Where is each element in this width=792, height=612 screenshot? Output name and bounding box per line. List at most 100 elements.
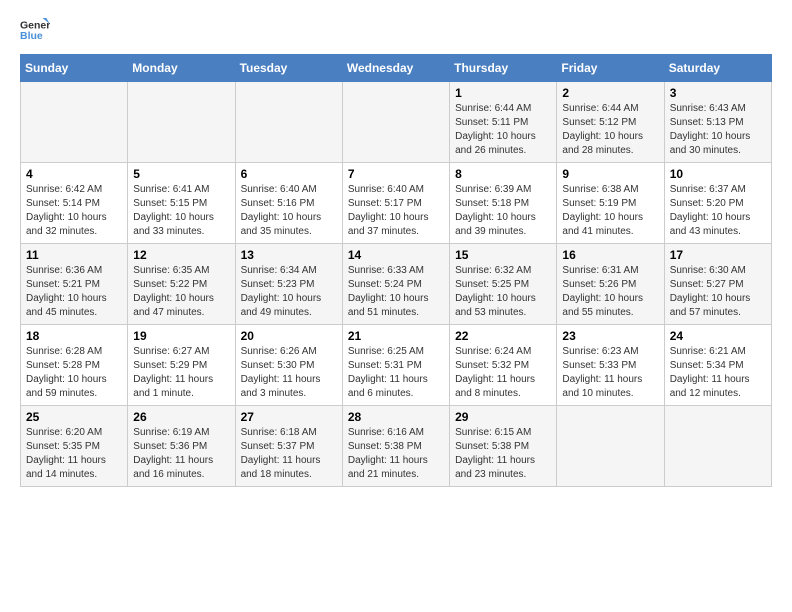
calendar-cell: 8Sunrise: 6:39 AM Sunset: 5:18 PM Daylig… bbox=[450, 163, 557, 244]
day-info: Sunrise: 6:16 AM Sunset: 5:38 PM Dayligh… bbox=[348, 426, 444, 482]
week-row-4: 18 Sunrise: 6:28 AM Sunset: 5:28 PM Dayli… bbox=[21, 325, 772, 406]
day-number: 23 bbox=[562, 329, 658, 343]
calendar-cell: 15 Sunrise: 6:32 AM Sunset: 5:25 PM Dayli… bbox=[450, 244, 557, 325]
day-info: Sunrise: 6:26 AM Sunset: 5:30 PM Dayligh… bbox=[241, 345, 337, 401]
calendar-cell bbox=[128, 82, 235, 163]
day-info: Sunrise: 6:24 AM Sunset: 5:32 PM Dayligh… bbox=[455, 345, 551, 401]
calendar-cell: 27 Sunrise: 6:18 AM Sunset: 5:37 PM Dayli… bbox=[235, 406, 342, 487]
day-info: Sunrise: 6:32 AM Sunset: 5:25 PM Dayligh… bbox=[455, 264, 551, 320]
calendar-cell: 23 Sunrise: 6:23 AM Sunset: 5:33 PM Dayli… bbox=[557, 325, 664, 406]
day-number: 15 bbox=[455, 248, 551, 262]
day-number: 10 bbox=[670, 167, 766, 181]
day-info: Sunrise: 6:33 AM Sunset: 5:24 PM Dayligh… bbox=[348, 264, 444, 320]
calendar-cell bbox=[235, 82, 342, 163]
calendar-cell: 18 Sunrise: 6:28 AM Sunset: 5:28 PM Dayli… bbox=[21, 325, 128, 406]
day-info: Sunrise: 6:43 AM Sunset: 5:13 PM Dayligh… bbox=[670, 102, 766, 158]
day-info: Sunrise: 6:15 AM Sunset: 5:38 PM Dayligh… bbox=[455, 426, 551, 482]
calendar-cell: 19 Sunrise: 6:27 AM Sunset: 5:29 PM Dayli… bbox=[128, 325, 235, 406]
calendar-cell: 5 Sunrise: 6:41 AM Sunset: 5:15 PM Daylig… bbox=[128, 163, 235, 244]
day-number: 27 bbox=[241, 410, 337, 424]
col-sunday: Sunday bbox=[21, 55, 128, 82]
col-wednesday: Wednesday bbox=[342, 55, 449, 82]
day-info: Sunrise: 6:44 AM Sunset: 5:12 PM Dayligh… bbox=[562, 102, 658, 158]
day-info: Sunrise: 6:28 AM Sunset: 5:28 PM Dayligh… bbox=[26, 345, 122, 401]
day-number: 17 bbox=[670, 248, 766, 262]
calendar-cell: 21 Sunrise: 6:25 AM Sunset: 5:31 PM Dayli… bbox=[342, 325, 449, 406]
day-info: Sunrise: 6:23 AM Sunset: 5:33 PM Dayligh… bbox=[562, 345, 658, 401]
day-number: 4 bbox=[26, 167, 122, 181]
day-info: Sunrise: 6:31 AM Sunset: 5:26 PM Dayligh… bbox=[562, 264, 658, 320]
col-thursday: Thursday bbox=[450, 55, 557, 82]
calendar-cell bbox=[342, 82, 449, 163]
day-number: 14 bbox=[348, 248, 444, 262]
calendar-cell: 17 Sunrise: 6:30 AM Sunset: 5:27 PM Dayli… bbox=[664, 244, 771, 325]
day-number: 1 bbox=[455, 86, 551, 100]
calendar-cell: 28 Sunrise: 6:16 AM Sunset: 5:38 PM Dayli… bbox=[342, 406, 449, 487]
day-info: Sunrise: 6:34 AM Sunset: 5:23 PM Dayligh… bbox=[241, 264, 337, 320]
day-number: 13 bbox=[241, 248, 337, 262]
day-number: 26 bbox=[133, 410, 229, 424]
day-info: Sunrise: 6:27 AM Sunset: 5:29 PM Dayligh… bbox=[133, 345, 229, 401]
logo: General Blue bbox=[20, 16, 54, 44]
calendar-cell: 9 Sunrise: 6:38 AM Sunset: 5:19 PM Daylig… bbox=[557, 163, 664, 244]
week-row-5: 25 Sunrise: 6:20 AM Sunset: 5:35 PM Dayli… bbox=[21, 406, 772, 487]
calendar-cell: 22 Sunrise: 6:24 AM Sunset: 5:32 PM Dayli… bbox=[450, 325, 557, 406]
day-number: 22 bbox=[455, 329, 551, 343]
week-row-1: 1 Sunrise: 6:44 AM Sunset: 5:11 PM Daylig… bbox=[21, 82, 772, 163]
day-info: Sunrise: 6:19 AM Sunset: 5:36 PM Dayligh… bbox=[133, 426, 229, 482]
page-header: General Blue bbox=[20, 16, 772, 44]
calendar-cell: 16 Sunrise: 6:31 AM Sunset: 5:26 PM Dayli… bbox=[557, 244, 664, 325]
logo-icon: General Blue bbox=[20, 16, 50, 44]
calendar-cell bbox=[557, 406, 664, 487]
day-info: Sunrise: 6:25 AM Sunset: 5:31 PM Dayligh… bbox=[348, 345, 444, 401]
day-info: Sunrise: 6:44 AM Sunset: 5:11 PM Dayligh… bbox=[455, 102, 551, 158]
day-number: 5 bbox=[133, 167, 229, 181]
day-info: Sunrise: 6:40 AM Sunset: 5:17 PM Dayligh… bbox=[348, 183, 444, 239]
header-row: Sunday Monday Tuesday Wednesday Thursday… bbox=[21, 55, 772, 82]
calendar-cell: 3 Sunrise: 6:43 AM Sunset: 5:13 PM Daylig… bbox=[664, 82, 771, 163]
calendar-cell: 2Sunrise: 6:44 AM Sunset: 5:12 PM Daylig… bbox=[557, 82, 664, 163]
calendar-cell: 10Sunrise: 6:37 AM Sunset: 5:20 PM Dayli… bbox=[664, 163, 771, 244]
day-number: 6 bbox=[241, 167, 337, 181]
day-info: Sunrise: 6:35 AM Sunset: 5:22 PM Dayligh… bbox=[133, 264, 229, 320]
day-info: Sunrise: 6:42 AM Sunset: 5:14 PM Dayligh… bbox=[26, 183, 122, 239]
day-number: 16 bbox=[562, 248, 658, 262]
calendar-cell: 26 Sunrise: 6:19 AM Sunset: 5:36 PM Dayli… bbox=[128, 406, 235, 487]
calendar-cell: 20 Sunrise: 6:26 AM Sunset: 5:30 PM Dayli… bbox=[235, 325, 342, 406]
day-number: 7 bbox=[348, 167, 444, 181]
day-number: 21 bbox=[348, 329, 444, 343]
calendar-cell: 12 Sunrise: 6:35 AM Sunset: 5:22 PM Dayli… bbox=[128, 244, 235, 325]
day-number: 18 bbox=[26, 329, 122, 343]
day-info: Sunrise: 6:41 AM Sunset: 5:15 PM Dayligh… bbox=[133, 183, 229, 239]
day-info: Sunrise: 6:30 AM Sunset: 5:27 PM Dayligh… bbox=[670, 264, 766, 320]
col-tuesday: Tuesday bbox=[235, 55, 342, 82]
calendar-cell: 29Sunrise: 6:15 AM Sunset: 5:38 PM Dayli… bbox=[450, 406, 557, 487]
calendar-cell: 13 Sunrise: 6:34 AM Sunset: 5:23 PM Dayli… bbox=[235, 244, 342, 325]
calendar-cell: 7 Sunrise: 6:40 AM Sunset: 5:17 PM Daylig… bbox=[342, 163, 449, 244]
col-saturday: Saturday bbox=[664, 55, 771, 82]
day-info: Sunrise: 6:18 AM Sunset: 5:37 PM Dayligh… bbox=[241, 426, 337, 482]
day-number: 19 bbox=[133, 329, 229, 343]
day-number: 11 bbox=[26, 248, 122, 262]
day-number: 20 bbox=[241, 329, 337, 343]
day-number: 28 bbox=[348, 410, 444, 424]
calendar-cell: 4 Sunrise: 6:42 AM Sunset: 5:14 PM Daylig… bbox=[21, 163, 128, 244]
day-info: Sunrise: 6:40 AM Sunset: 5:16 PM Dayligh… bbox=[241, 183, 337, 239]
calendar-cell: 6 Sunrise: 6:40 AM Sunset: 5:16 PM Daylig… bbox=[235, 163, 342, 244]
week-row-2: 4 Sunrise: 6:42 AM Sunset: 5:14 PM Daylig… bbox=[21, 163, 772, 244]
day-info: Sunrise: 6:36 AM Sunset: 5:21 PM Dayligh… bbox=[26, 264, 122, 320]
day-info: Sunrise: 6:39 AM Sunset: 5:18 PM Dayligh… bbox=[455, 183, 551, 239]
week-row-3: 11 Sunrise: 6:36 AM Sunset: 5:21 PM Dayli… bbox=[21, 244, 772, 325]
calendar-cell: 14 Sunrise: 6:33 AM Sunset: 5:24 PM Dayli… bbox=[342, 244, 449, 325]
calendar-cell: 25 Sunrise: 6:20 AM Sunset: 5:35 PM Dayli… bbox=[21, 406, 128, 487]
day-info: Sunrise: 6:38 AM Sunset: 5:19 PM Dayligh… bbox=[562, 183, 658, 239]
day-number: 3 bbox=[670, 86, 766, 100]
svg-text:Blue: Blue bbox=[20, 30, 43, 42]
col-monday: Monday bbox=[128, 55, 235, 82]
day-info: Sunrise: 6:20 AM Sunset: 5:35 PM Dayligh… bbox=[26, 426, 122, 482]
calendar-cell: 11 Sunrise: 6:36 AM Sunset: 5:21 PM Dayli… bbox=[21, 244, 128, 325]
day-number: 25 bbox=[26, 410, 122, 424]
calendar-cell bbox=[664, 406, 771, 487]
day-number: 12 bbox=[133, 248, 229, 262]
day-number: 9 bbox=[562, 167, 658, 181]
